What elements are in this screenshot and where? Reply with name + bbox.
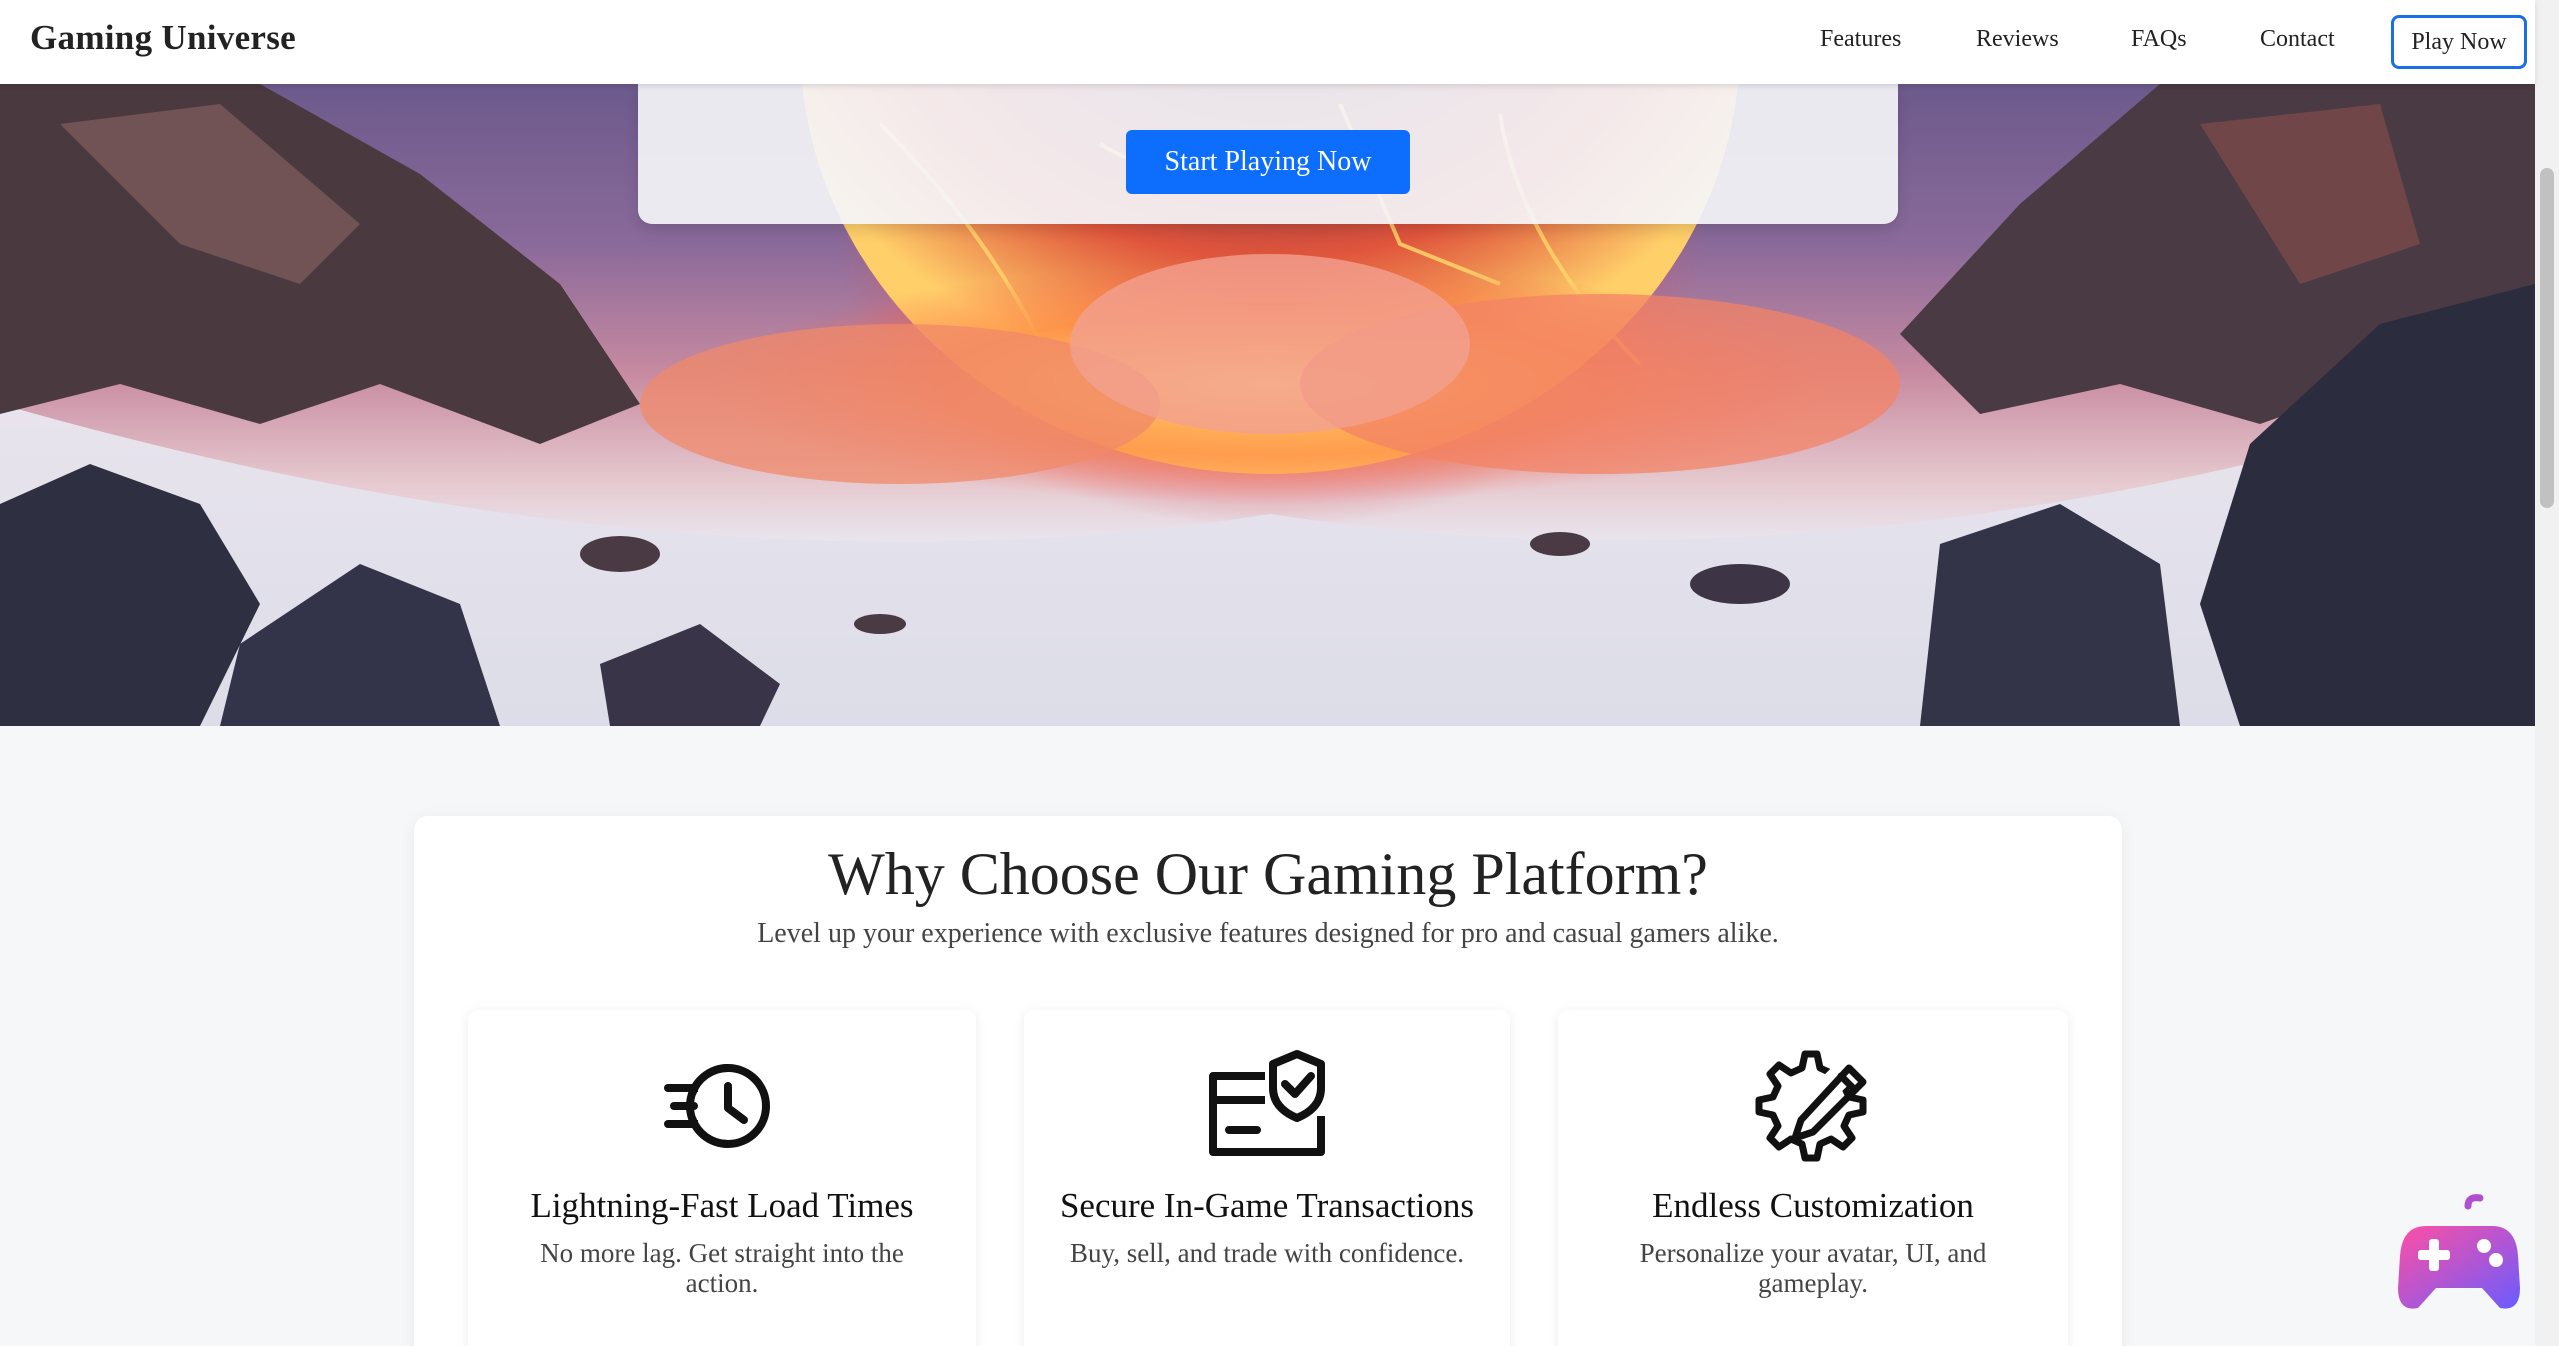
gamepad-floating-button[interactable] [2396,1192,2522,1318]
feature-card-customization: Endless Customization Personalize your a… [1558,1010,2068,1346]
start-playing-button[interactable]: Start Playing Now [1126,130,1410,194]
gamepad-icon [2398,1194,2520,1309]
fast-clock-icon [664,1064,770,1148]
nav-link-contact[interactable]: Contact [2260,26,2335,53]
nav-link-faqs[interactable]: FAQs [2131,26,2187,53]
feature-card-transactions: Secure In-Game Transactions Buy, sell, a… [1024,1010,1510,1346]
feature-desc: Personalize your avatar, UI, and gamepla… [1639,1238,1987,1298]
play-now-button[interactable]: Play Now [2391,15,2527,69]
nav-link-reviews[interactable]: Reviews [1976,26,2059,53]
features-title: Why Choose Our Gaming Platform? [828,841,1708,907]
feature-card-load-times: Lightning-Fast Load Times No more lag. G… [468,1010,976,1346]
scrollbar-thumb[interactable] [2540,168,2554,508]
secure-card-icon [1209,1050,1325,1156]
feature-title: Lightning-Fast Load Times [530,1186,914,1225]
feature-desc: No more lag. Get straight into the actio… [540,1238,904,1298]
gear-pencil-icon [1755,1050,1867,1162]
features-section: Why Choose Our Gaming Platform? Level up… [414,816,2122,1346]
nav-links: Features Reviews FAQs Contact Play Now [0,0,2535,84]
feature-title: Secure In-Game Transactions [1059,1186,1475,1225]
top-navbar: Gaming Universe Features Reviews FAQs Co… [0,0,2535,84]
feature-title: Endless Customization [1652,1186,1974,1225]
features-subtitle: Level up your experience with exclusive … [757,918,1779,949]
nav-link-features[interactable]: Features [1820,26,1901,53]
page-scrollbar[interactable] [2535,0,2559,1346]
feature-desc: Buy, sell, and trade with confidence. [1069,1238,1465,1268]
